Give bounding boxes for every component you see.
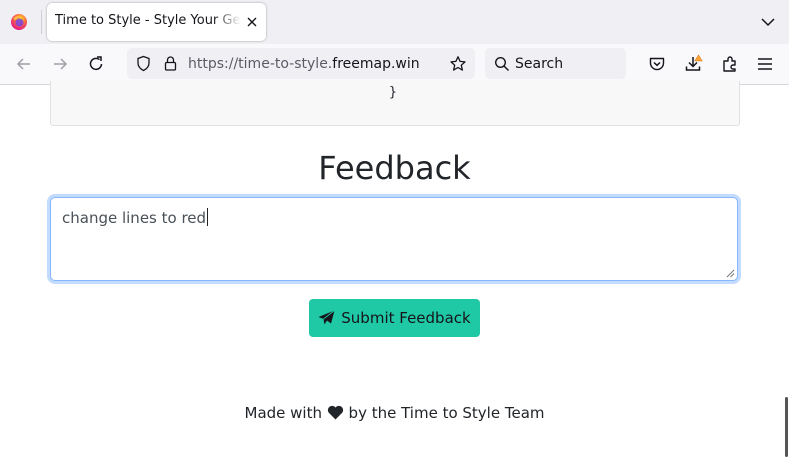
scrollbar-thumb[interactable] bbox=[785, 397, 788, 457]
feedback-text: change lines to red bbox=[62, 208, 209, 227]
lock-icon[interactable] bbox=[162, 55, 179, 72]
pocket-icon[interactable] bbox=[647, 54, 667, 74]
forward-icon[interactable] bbox=[50, 54, 70, 74]
address-bar[interactable]: https://time-to-style.freemap.win bbox=[127, 48, 475, 79]
downloads-icon[interactable] bbox=[683, 54, 703, 74]
tab-strip: Time to Style - Style Your GeoJSON bbox=[0, 0, 789, 44]
close-icon[interactable] bbox=[244, 14, 260, 30]
search-icon bbox=[494, 56, 510, 72]
back-icon[interactable] bbox=[14, 54, 34, 74]
code-snippet-end: } bbox=[389, 85, 397, 100]
footer-text-before: Made with bbox=[244, 404, 322, 422]
firefox-icon[interactable] bbox=[10, 13, 28, 31]
search-bar[interactable]: Search bbox=[485, 48, 626, 79]
active-tab[interactable]: Time to Style - Style Your GeoJSON bbox=[47, 3, 266, 41]
chevron-down-icon[interactable] bbox=[759, 13, 777, 31]
text-caret bbox=[207, 208, 209, 226]
reload-icon[interactable] bbox=[86, 54, 106, 74]
search-placeholder: Search bbox=[515, 56, 564, 72]
bookmark-star-icon[interactable] bbox=[449, 55, 467, 73]
heart-icon bbox=[327, 405, 343, 420]
shield-icon[interactable] bbox=[135, 55, 152, 72]
resize-grip-icon[interactable] bbox=[725, 268, 735, 278]
page-content: } Feedback change lines to red Submit Fe… bbox=[0, 81, 789, 458]
footer-text-after: by the Time to Style Team bbox=[348, 404, 545, 422]
tab-title: Time to Style - Style Your GeoJSON bbox=[55, 13, 241, 28]
url-text: https://time-to-style.freemap.win bbox=[188, 56, 420, 72]
code-block: } bbox=[50, 81, 740, 126]
url-domain: freemap.win bbox=[332, 56, 420, 72]
nav-bar: https://time-to-style.freemap.win Search bbox=[0, 44, 789, 85]
submit-label: Submit Feedback bbox=[341, 309, 471, 327]
footer: Made with by the Time to Style Team bbox=[0, 404, 789, 422]
url-prefix: https://time-to-style. bbox=[188, 56, 333, 72]
hamburger-menu-icon[interactable] bbox=[755, 54, 775, 74]
extensions-icon[interactable] bbox=[720, 54, 740, 74]
feedback-heading: Feedback bbox=[318, 149, 471, 187]
submit-feedback-button[interactable]: Submit Feedback bbox=[309, 299, 480, 337]
feedback-textarea[interactable]: change lines to red bbox=[50, 197, 738, 281]
tab-separator bbox=[41, 10, 42, 34]
feedback-value: change lines to red bbox=[62, 209, 207, 227]
paper-plane-icon bbox=[318, 310, 336, 325]
